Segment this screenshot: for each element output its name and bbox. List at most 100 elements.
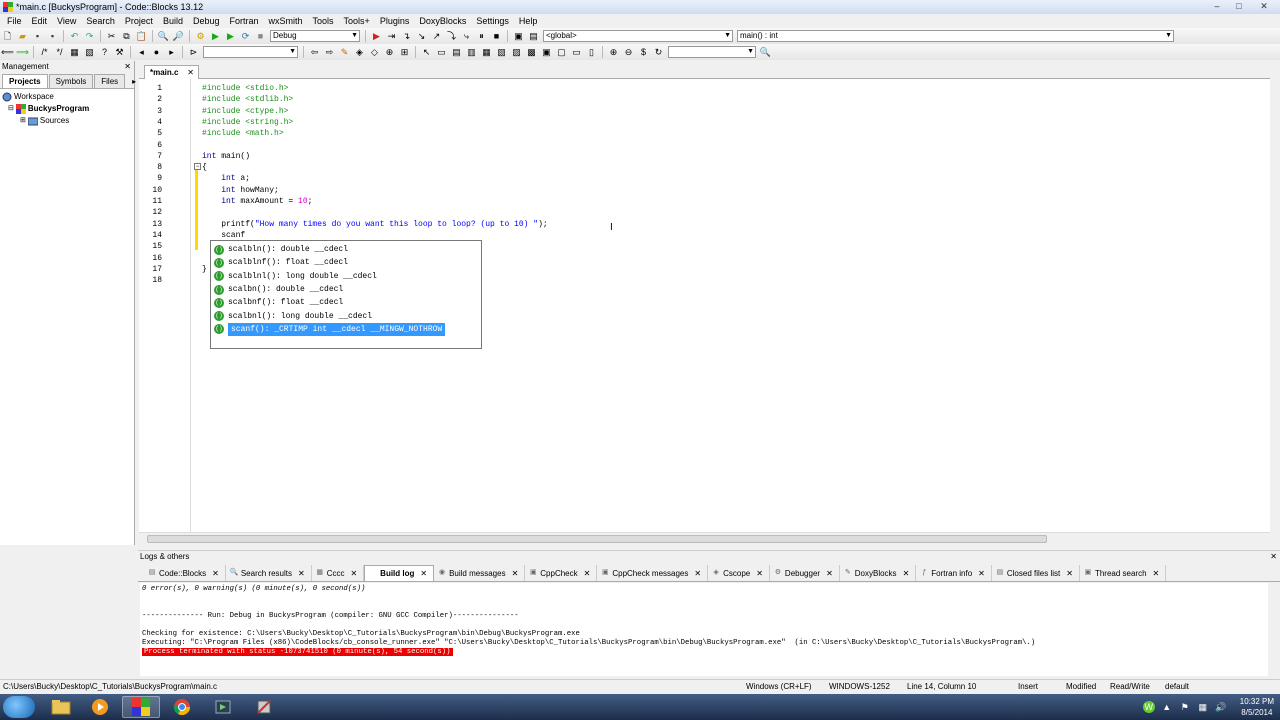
refresh-icon[interactable]: ↻ bbox=[653, 47, 664, 58]
maximize-button[interactable]: □ bbox=[1228, 0, 1250, 13]
zoom-in-icon[interactable]: ⊕ bbox=[608, 47, 619, 58]
close-icon[interactable]: ✕ bbox=[124, 61, 131, 73]
tab-thread-search[interactable]: ▣ Thread search ✕ bbox=[1080, 565, 1167, 581]
tree-item-workspace[interactable]: Workspace bbox=[2, 91, 132, 103]
tab-cccc[interactable]: ▦ Cccc ✕ bbox=[312, 565, 365, 581]
tab-closed-files-list[interactable]: ▤ Closed files list ✕ bbox=[992, 565, 1080, 581]
next-instruction-icon[interactable]: ⤵ bbox=[446, 31, 457, 42]
stop-debug-icon[interactable]: ■ bbox=[491, 31, 502, 42]
network-icon[interactable]: ▦ bbox=[1197, 701, 1209, 713]
grid-icon[interactable]: ▦ bbox=[481, 47, 492, 58]
frame-icon[interactable]: ▣ bbox=[541, 47, 552, 58]
close-tab-icon[interactable]: ✕ bbox=[584, 566, 591, 581]
menu-view[interactable]: View bbox=[52, 14, 81, 28]
next-icon[interactable]: ▸ bbox=[166, 47, 177, 58]
menu-plugins[interactable]: Plugins bbox=[375, 14, 415, 28]
menu-wxsmith[interactable]: wxSmith bbox=[264, 14, 308, 28]
menu-doxyblocks[interactable]: DoxyBlocks bbox=[414, 14, 471, 28]
search-box-icon[interactable]: ⊳ bbox=[188, 47, 199, 58]
fold-icon[interactable]: − bbox=[194, 163, 201, 170]
copy-icon[interactable]: ⧉ bbox=[121, 31, 132, 42]
close-tab-icon[interactable]: ✕ bbox=[903, 566, 910, 581]
cursor-icon[interactable]: ↖ bbox=[421, 47, 432, 58]
close-tab-icon[interactable]: ✕ bbox=[1066, 566, 1073, 581]
spacer-icon[interactable]: ▭ bbox=[571, 47, 582, 58]
menu-settings[interactable]: Settings bbox=[471, 14, 514, 28]
menu-tools-plus[interactable]: Tools+ bbox=[339, 14, 375, 28]
rebuild-icon[interactable]: ⟳ bbox=[240, 31, 251, 42]
close-icon[interactable]: ✕ bbox=[1270, 551, 1277, 563]
autocomplete-item[interactable]: () scalbn(): double __cdecl bbox=[211, 283, 481, 296]
step-out-icon[interactable]: ↗ bbox=[431, 31, 442, 42]
autocomplete-item[interactable]: () scalbnf(): float __cdecl bbox=[211, 296, 481, 309]
pause-icon[interactable]: ⏸ bbox=[476, 31, 487, 42]
help-icon[interactable]: ? bbox=[99, 47, 110, 58]
editor-vertical-scrollbar[interactable] bbox=[1270, 64, 1280, 544]
close-tab-icon[interactable]: ✕ bbox=[756, 566, 763, 581]
autocomplete-item[interactable]: () scalbnl(): long double __cdecl bbox=[211, 309, 481, 322]
scope-select[interactable]: <global> ▼ bbox=[543, 30, 733, 42]
menu-build[interactable]: Build bbox=[158, 14, 188, 28]
step-instruction-icon[interactable]: ⤷ bbox=[461, 31, 472, 42]
tree-item-project[interactable]: ⊟ BuckysProgram bbox=[2, 103, 132, 115]
menu-help[interactable]: Help bbox=[514, 14, 543, 28]
codeblocks-taskbar-icon[interactable] bbox=[122, 696, 160, 718]
tool-taskbar-icon[interactable] bbox=[245, 696, 283, 718]
autocomplete-item[interactable]: () scalbln(): double __cdecl bbox=[211, 243, 481, 256]
split-icon[interactable]: ▯ bbox=[586, 47, 597, 58]
tab-cppcheck[interactable]: ▣ CppCheck ✕ bbox=[525, 565, 598, 581]
symbol-search-icon[interactable]: 🔍 bbox=[760, 47, 771, 58]
media-player-taskbar-icon[interactable] bbox=[81, 696, 119, 718]
chrome-taskbar-icon[interactable] bbox=[163, 696, 201, 718]
show-hidden-icons-icon[interactable]: ▲ bbox=[1161, 701, 1173, 713]
close-tab-icon[interactable]: ✕ bbox=[978, 566, 985, 581]
close-button[interactable]: ✕ bbox=[1250, 0, 1278, 13]
tab-symbols[interactable]: Symbols bbox=[48, 74, 94, 88]
debug-info-icon[interactable]: ▤ bbox=[528, 31, 539, 42]
menu-debug[interactable]: Debug bbox=[188, 14, 225, 28]
debug-windows-icon[interactable]: ▣ bbox=[513, 31, 524, 42]
highlight-icon[interactable]: ✎ bbox=[339, 47, 350, 58]
collapse-icon[interactable]: ⊟ bbox=[8, 103, 14, 115]
list-icon[interactable]: ▨ bbox=[511, 47, 522, 58]
autocomplete-popup[interactable]: () scalbln(): double __cdecl () scalblnf():… bbox=[210, 240, 482, 349]
next-line-icon[interactable]: ↴ bbox=[401, 31, 412, 42]
tab-files[interactable]: Files bbox=[94, 74, 126, 88]
tab-code-blocks[interactable]: ▤ Code::Blocks ✕ bbox=[144, 565, 226, 581]
cut-icon[interactable]: ✂ bbox=[106, 31, 117, 42]
panel-icon[interactable]: ▧ bbox=[496, 47, 507, 58]
tray-app-icon[interactable]: W bbox=[1142, 701, 1155, 713]
rect-icon[interactable]: ▭ bbox=[436, 47, 447, 58]
dollar-icon[interactable]: $ bbox=[638, 47, 649, 58]
tab-search-results[interactable]: 🔍 Search results ✕ bbox=[226, 565, 312, 581]
abort-icon[interactable]: ■ bbox=[255, 31, 266, 42]
menu-tools[interactable]: Tools bbox=[308, 14, 339, 28]
paste-icon[interactable]: 📋 bbox=[136, 31, 147, 42]
autocomplete-item[interactable]: () scanf(): _CRTIMP int __cdecl __MINGW_N… bbox=[211, 322, 481, 336]
tab-cppcheck-messages[interactable]: ▣ CppCheck messages ✕ bbox=[597, 565, 709, 581]
close-tab-icon[interactable]: ✕ bbox=[187, 66, 194, 79]
flag-icon[interactable]: ⚑ bbox=[1179, 701, 1191, 713]
tab-main-c[interactable]: *main.c ✕ bbox=[144, 65, 199, 79]
close-tab-icon[interactable]: ✕ bbox=[1153, 566, 1160, 581]
replace-icon[interactable]: 🔎 bbox=[173, 31, 184, 42]
select-icon[interactable]: ⊞ bbox=[399, 47, 410, 58]
close-tab-icon[interactable]: ✕ bbox=[212, 566, 219, 581]
scrollbar-thumb[interactable] bbox=[147, 535, 1047, 543]
tools-icon[interactable]: ⚒ bbox=[114, 47, 125, 58]
close-tab-icon[interactable]: ✕ bbox=[420, 566, 427, 581]
new-file-icon[interactable]: 🗋 bbox=[2, 31, 13, 42]
tab-debugger[interactable]: ⚙ Debugger ✕ bbox=[770, 565, 840, 581]
next-occurrence-icon[interactable]: ◇ bbox=[369, 47, 380, 58]
tab-projects[interactable]: Projects bbox=[2, 74, 48, 88]
tab-build-messages[interactable]: ◉ Build messages ✕ bbox=[434, 565, 526, 581]
volume-icon[interactable]: 🔊 bbox=[1215, 701, 1227, 713]
match-icon[interactable]: ⊕ bbox=[384, 47, 395, 58]
close-tab-icon[interactable]: ✕ bbox=[298, 566, 305, 581]
prev-occurrence-icon[interactable]: ◈ bbox=[354, 47, 365, 58]
minimize-button[interactable]: – bbox=[1206, 0, 1228, 13]
save-icon[interactable]: ▪ bbox=[32, 31, 43, 42]
build-log[interactable]: 0 error(s), 0 warning(s) (0 minute(s), 0… bbox=[140, 583, 1268, 676]
close-tab-icon[interactable]: ✕ bbox=[350, 566, 357, 581]
explorer-taskbar-icon[interactable] bbox=[42, 696, 80, 718]
